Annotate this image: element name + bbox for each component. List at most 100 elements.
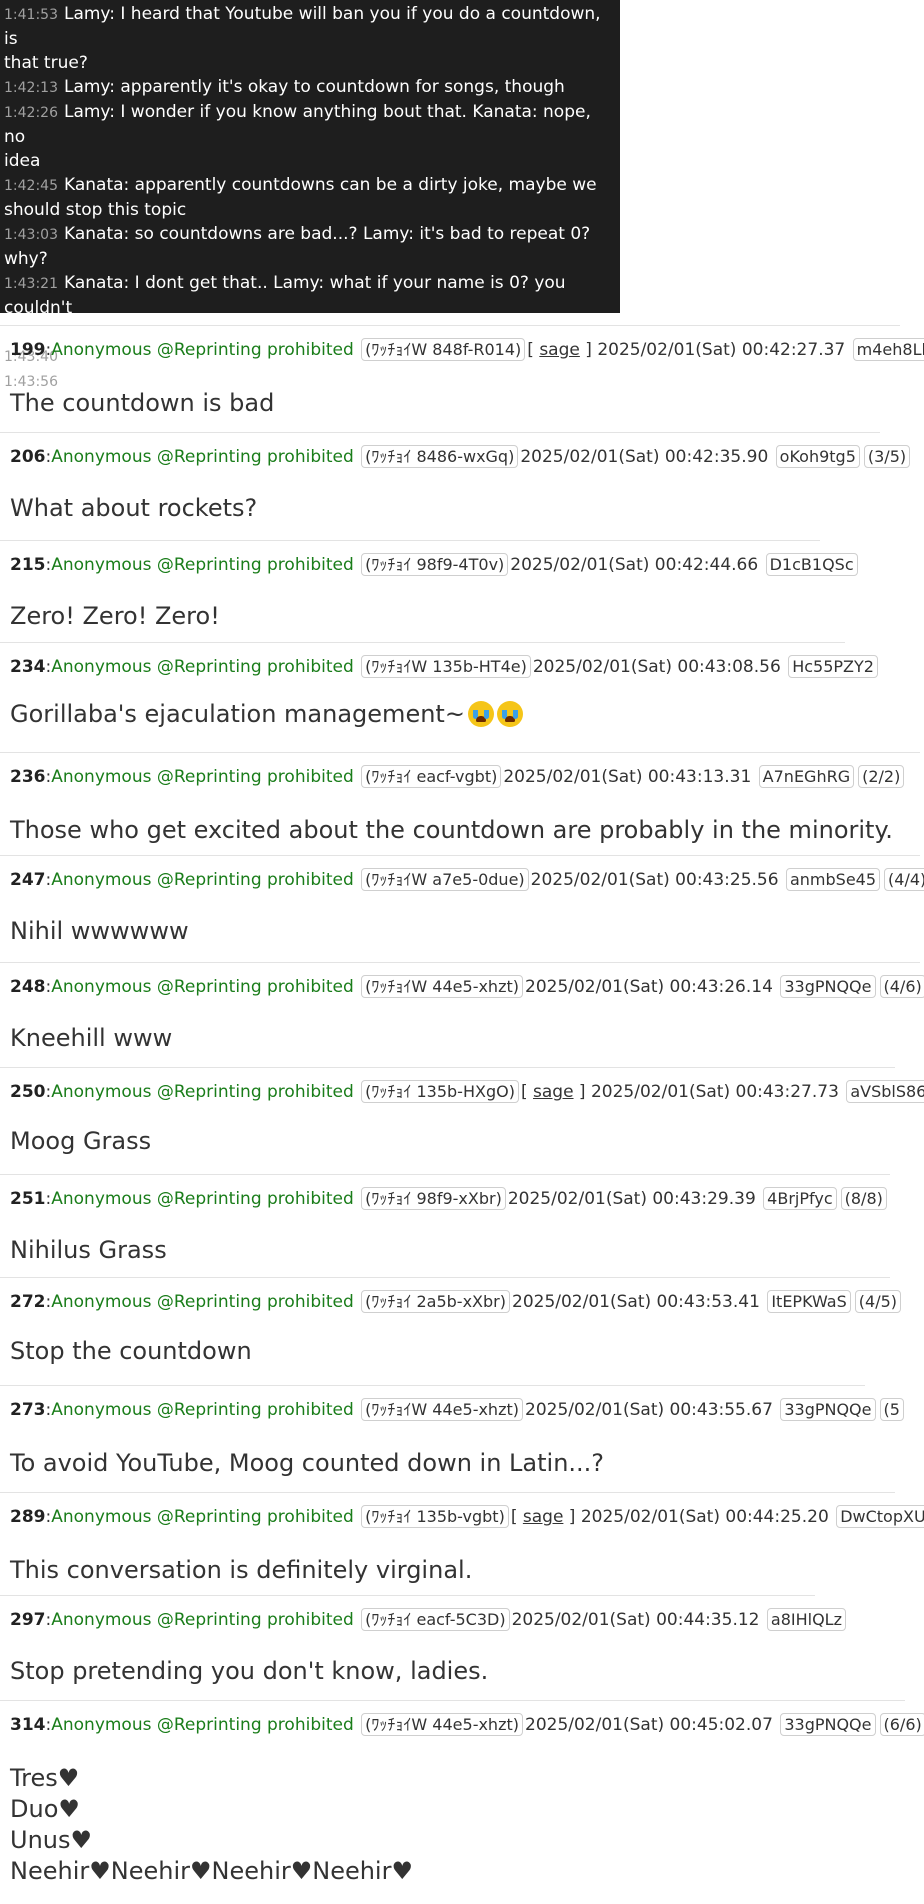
poster-id[interactable]: (ﾜｯﾁｮｲ eacf-vgbt) xyxy=(361,765,502,788)
poster-id[interactable]: (ﾜｯﾁｮｲ eacf-5C3D) xyxy=(361,1608,510,1631)
post-date: 2025/02/01(Sat) 00:43:13.31 xyxy=(503,767,752,787)
user-id[interactable]: DwCtopXU xyxy=(836,1505,924,1528)
post-number[interactable]: 247 xyxy=(10,870,46,890)
post-header: 234:Anonymous @Reprinting prohibited (ﾜｯ… xyxy=(10,655,880,678)
post-text: Those who get excited about the countdow… xyxy=(10,816,893,844)
user-id[interactable]: 33gPNQQe xyxy=(780,975,876,998)
user-id[interactable]: D1cB1QSc xyxy=(765,553,858,576)
user-id[interactable]: anmbSe45 xyxy=(785,868,881,891)
post-number[interactable]: 251 xyxy=(10,1189,46,1209)
post-header: 314:Anonymous @Reprinting prohibited (ﾜｯ… xyxy=(10,1713,924,1736)
post-number[interactable]: 248 xyxy=(10,977,46,997)
user-id[interactable]: 33gPNQQe xyxy=(780,1713,876,1736)
post-count[interactable]: (6/6) xyxy=(879,1713,924,1736)
post-number[interactable]: 297 xyxy=(10,1610,46,1630)
sage-link[interactable]: sage xyxy=(539,340,580,360)
post-date: 2025/02/01(Sat) 00:43:29.39 xyxy=(507,1189,756,1209)
sage-link[interactable]: sage xyxy=(533,1082,574,1102)
post-body: Kneehill www xyxy=(10,1023,172,1054)
user-id[interactable]: Hc55PZY2 xyxy=(788,655,878,678)
sage-marker: [ sage ] xyxy=(510,1507,581,1527)
poster-name: Anonymous @Reprinting prohibited xyxy=(51,1610,354,1630)
post-body: Tres♥ Duo♥ Unus♥ Neehir♥Neehir♥Neehir♥Neehi… xyxy=(10,1763,413,1887)
poster-name: Anonymous @Reprinting prohibited xyxy=(51,1400,354,1420)
post-count[interactable]: (2/2) xyxy=(858,765,905,788)
post-number[interactable]: 234 xyxy=(10,657,46,677)
post-text: Stop pretending you don't know, ladies. xyxy=(10,1657,489,1685)
post-number[interactable]: 250 xyxy=(10,1082,46,1102)
poster-id[interactable]: (ﾜｯﾁｮｲ 2a5b-xXbr) xyxy=(361,1290,510,1313)
post-number[interactable]: 199 xyxy=(10,340,46,360)
post-number[interactable]: 215 xyxy=(10,555,46,575)
poster-id[interactable]: (ﾜｯﾁｮｲW a7e5-0due) xyxy=(361,868,529,891)
sage-link[interactable]: sage xyxy=(523,1507,564,1527)
user-id[interactable]: aVSblS86 xyxy=(846,1080,924,1103)
post-header: 273:Anonymous @Reprinting prohibited (ﾜｯ… xyxy=(10,1398,906,1421)
post-count[interactable]: (4/6) xyxy=(879,975,924,998)
post-header: 272:Anonymous @Reprinting prohibited (ﾜｯ… xyxy=(10,1290,903,1313)
user-id[interactable]: oKoh9tg5 xyxy=(775,445,860,468)
post: 272:Anonymous @Reprinting prohibited (ﾜｯ… xyxy=(0,1277,901,1385)
post: 215:Anonymous @Reprinting prohibited (ﾜｯ… xyxy=(0,540,858,642)
post-text: Neehir♥Neehir♥Neehir♥Neehir♥ xyxy=(10,1857,413,1885)
user-id[interactable]: ItEPKWaS xyxy=(767,1290,851,1313)
post-number[interactable]: 236 xyxy=(10,767,46,787)
post-date: 2025/02/01(Sat) 00:42:27.37 xyxy=(597,340,846,360)
post-count[interactable]: (4/5) xyxy=(854,1290,901,1313)
poster-name: Anonymous @Reprinting prohibited xyxy=(51,870,354,890)
post-text: Tres♥ xyxy=(10,1764,80,1792)
post-number[interactable]: 314 xyxy=(10,1715,46,1735)
post-date: 2025/02/01(Sat) 00:43:27.73 xyxy=(590,1082,839,1102)
chat-line: 1:42:13 Lamy: apparently it's okay to cou… xyxy=(4,75,616,100)
post-count[interactable]: (8/8) xyxy=(840,1187,887,1210)
poster-id[interactable]: (ﾜｯﾁｮｲ 135b-HXgO) xyxy=(361,1080,519,1103)
post-count[interactable]: (3/5) xyxy=(863,445,911,468)
user-id[interactable]: 4BrjPfyc xyxy=(763,1187,837,1210)
poster-id[interactable]: (ﾜｯﾁｮｲW 44e5-xhzt) xyxy=(361,1713,523,1736)
post-text: Zero! Zero! Zero! xyxy=(10,602,220,630)
chat-timestamp: 1:43:21 xyxy=(4,276,58,292)
post-header: 251:Anonymous @Reprinting prohibited (ﾜｯ… xyxy=(10,1187,889,1210)
chat-timestamp: 1:41:53 xyxy=(4,7,58,23)
post-number[interactable]: 206 xyxy=(10,447,46,467)
post-number[interactable]: 272 xyxy=(10,1292,46,1312)
post-text: Nihil wwwwww xyxy=(10,917,189,945)
post-body: Moog Grass xyxy=(10,1126,151,1157)
chat-timestamp: 1:42:26 xyxy=(4,105,58,121)
poster-name: Anonymous @Reprinting prohibited xyxy=(51,447,354,467)
poster-id[interactable]: (ﾜｯﾁｮｲ 98f9-4T0v) xyxy=(361,553,509,576)
poster-id[interactable]: (ﾜｯﾁｮｲW 44e5-xhzt) xyxy=(361,1398,523,1421)
poster-id[interactable]: (ﾜｯﾁｮｲW 44e5-xhzt) xyxy=(361,975,523,998)
chat-timestamp: 1:42:13 xyxy=(4,80,58,96)
post: 314:Anonymous @Reprinting prohibited (ﾜｯ… xyxy=(0,1700,924,1904)
post-date: 2025/02/01(Sat) 00:45:02.07 xyxy=(525,1715,773,1735)
post-body: Nihilus Grass xyxy=(10,1235,167,1266)
user-id[interactable]: 33gPNQQe xyxy=(780,1398,876,1421)
post-date: 2025/02/01(Sat) 00:44:25.20 xyxy=(580,1507,829,1527)
poster-id[interactable]: (ﾜｯﾁｮｲ 135b-vgbt) xyxy=(361,1505,509,1528)
poster-id[interactable]: (ﾜｯﾁｮｲW 848f-R014) xyxy=(361,338,526,361)
post-text: What about rockets? xyxy=(10,494,258,522)
post-body: Stop the countdown xyxy=(10,1336,252,1367)
post-body: To avoid YouTube, Moog counted down in L… xyxy=(10,1448,604,1479)
poster-id[interactable]: (ﾜｯﾁｮｲW 135b-HT4e) xyxy=(361,655,531,678)
chat-line: 1:41:53 Lamy: I heard that Youtube will b… xyxy=(4,2,616,51)
post-count[interactable]: (4/4) xyxy=(884,868,924,891)
post-count[interactable]: (5 xyxy=(879,1398,904,1421)
user-id[interactable]: A7nEGhRG xyxy=(758,765,855,788)
poster-id[interactable]: (ﾜｯﾁｮｲ 98f9-xXbr) xyxy=(361,1187,506,1210)
poster-name: Anonymous @Reprinting prohibited xyxy=(51,977,354,997)
post-number[interactable]: 289 xyxy=(10,1507,46,1527)
post-date: 2025/02/01(Sat) 00:43:25.56 xyxy=(530,870,779,890)
chat-line-continued: should stop this topic xyxy=(4,200,187,220)
poster-id[interactable]: (ﾜｯﾁｮｲ 8486-wxGq) xyxy=(361,445,519,468)
user-id[interactable]: a8IHlQLz xyxy=(766,1608,846,1631)
post-text: Kneehill www xyxy=(10,1024,173,1052)
post-number[interactable]: 273 xyxy=(10,1400,46,1420)
post: 273:Anonymous @Reprinting prohibited (ﾜｯ… xyxy=(0,1385,904,1492)
chat-text: Kanata: apparently countdowns can be a d… xyxy=(63,175,597,195)
post-text: Gorillaba's ejaculation management~ xyxy=(10,699,523,730)
post-body: Those who get excited about the countdow… xyxy=(10,815,893,846)
user-id[interactable]: m4eh8Ll8 xyxy=(852,338,924,361)
post-text: Duo♥ xyxy=(10,1795,80,1823)
